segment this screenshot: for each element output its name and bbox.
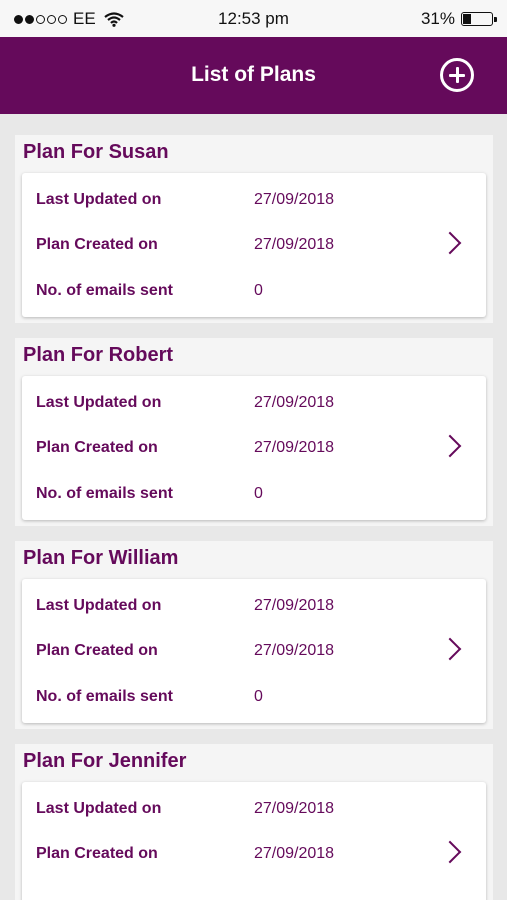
plan-section: Plan For Robert Last Updated on 27/09/201… [15,338,493,526]
add-plan-button[interactable] [440,58,474,92]
plan-card[interactable]: Last Updated on 27/09/2018 Plan Created o… [22,579,486,723]
page-title: List of Plans [191,63,316,86]
created-label: Plan Created on [36,642,158,659]
emails-sent-value: 0 [254,485,263,502]
chevron-right-icon[interactable] [438,637,462,661]
last-updated-label: Last Updated on [36,800,162,817]
last-updated-value: 27/09/2018 [254,394,335,411]
plans-list[interactable]: Plan For Susan Last Updated on 27/09/2018… [0,114,507,900]
last-updated-value: 27/09/2018 [254,597,335,614]
battery-icon [461,12,497,26]
battery-percent: 31% [420,9,455,28]
plan-card[interactable]: Last Updated on 27/09/2018 Plan Created o… [22,782,486,900]
chevron-right-icon[interactable] [438,434,462,458]
last-updated-label: Last Updated on [36,191,162,208]
created-value: 27/09/2018 [254,845,335,862]
emails-sent-value: 0 [254,282,263,299]
plan-title: Plan For William [23,547,179,569]
plan-section: Plan For Jennifer Last Updated on 27/09/2… [15,744,493,900]
emails-sent-label: No. of emails sent [36,688,173,705]
emails-sent-value: 0 [254,688,263,705]
plan-card[interactable]: Last Updated on 27/09/2018 Plan Created o… [22,173,486,317]
status-right: 31% [420,9,497,29]
last-updated-value: 27/09/2018 [254,800,335,817]
created-value: 27/09/2018 [254,236,335,253]
chevron-right-icon[interactable] [438,231,462,255]
created-label: Plan Created on [36,236,158,253]
last-updated-value: 27/09/2018 [254,191,335,208]
plan-section: Plan For Susan Last Updated on 27/09/2018… [15,135,493,323]
plan-title: Plan For Robert [23,344,174,366]
created-value: 27/09/2018 [254,439,335,456]
plan-title: Plan For Susan [23,141,169,163]
status-bar: EE 12:53 pm 31% [0,0,507,37]
plan-title: Plan For Jennifer [23,750,187,772]
emails-sent-label: No. of emails sent [36,485,173,502]
plan-section: Plan For William Last Updated on 27/09/20… [15,541,493,729]
emails-sent-label: No. of emails sent [36,282,173,299]
plan-card[interactable]: Last Updated on 27/09/2018 Plan Created o… [22,376,486,520]
created-value: 27/09/2018 [254,642,335,659]
created-label: Plan Created on [36,845,158,862]
last-updated-label: Last Updated on [36,597,162,614]
last-updated-label: Last Updated on [36,394,162,411]
chevron-right-icon[interactable] [438,840,462,864]
created-label: Plan Created on [36,439,158,456]
app-header: List of Plans [0,37,507,114]
